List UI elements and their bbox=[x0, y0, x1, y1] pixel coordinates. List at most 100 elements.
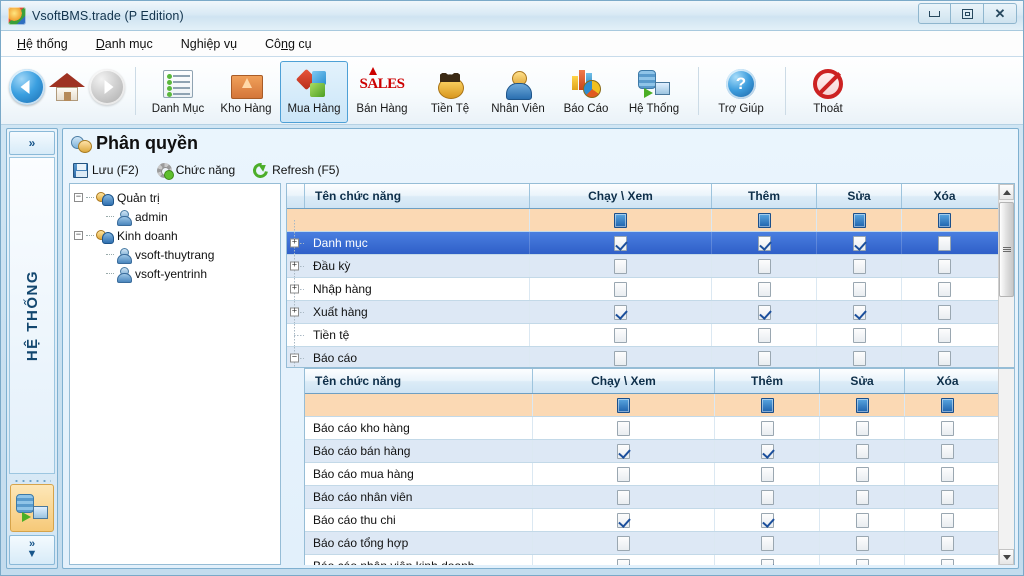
filter-checkbox-edit[interactable] bbox=[817, 209, 902, 231]
filter-checkbox-run[interactable] bbox=[530, 209, 712, 231]
filter-checkbox-edit[interactable] bbox=[820, 394, 905, 416]
table-row[interactable]: + Nhập hàng bbox=[287, 278, 998, 301]
cell-add[interactable] bbox=[712, 232, 817, 254]
cell-delete[interactable] bbox=[905, 463, 990, 485]
scroll-thumb[interactable] bbox=[999, 202, 1014, 297]
minimize-button[interactable] bbox=[918, 3, 951, 24]
refresh-button[interactable]: Refresh (F5) bbox=[253, 163, 339, 178]
sidebar-grip[interactable] bbox=[13, 476, 51, 482]
tree-node-quan-tri[interactable]: − Quản trị bbox=[74, 188, 278, 207]
row-expander[interactable]: + bbox=[290, 262, 299, 271]
cell-delete[interactable] bbox=[902, 324, 987, 346]
main-grid-scrollbar[interactable] bbox=[998, 184, 1014, 367]
back-button[interactable] bbox=[9, 69, 45, 105]
filter-checkbox-delete[interactable] bbox=[902, 209, 987, 231]
cell-delete[interactable] bbox=[905, 532, 990, 554]
cell-add[interactable] bbox=[715, 555, 820, 565]
cell-delete[interactable] bbox=[902, 301, 987, 323]
sidebar-expand-button[interactable]: » bbox=[9, 131, 55, 155]
cell-edit[interactable] bbox=[817, 324, 902, 346]
cell-edit[interactable] bbox=[820, 555, 905, 565]
home-button[interactable] bbox=[47, 69, 87, 105]
table-row[interactable]: − Báo cáo bbox=[287, 347, 998, 367]
tree-node-vsoft-thuytrang[interactable]: vsoft-thuytrang bbox=[74, 245, 278, 264]
sidebar-more-button[interactable]: » ▼ bbox=[9, 535, 55, 565]
cell-edit[interactable] bbox=[820, 509, 905, 531]
cell-delete[interactable] bbox=[902, 278, 987, 300]
cell-delete[interactable] bbox=[905, 486, 990, 508]
cell-run[interactable] bbox=[533, 509, 715, 531]
cell-edit[interactable] bbox=[820, 532, 905, 554]
column-header-run[interactable]: Chạy \ Xem bbox=[533, 369, 715, 393]
cell-edit[interactable] bbox=[820, 440, 905, 462]
sub-grid-scrollbar[interactable] bbox=[998, 369, 1014, 565]
tree-node-vsoft-yentrinh[interactable]: vsoft-yentrinh bbox=[74, 264, 278, 283]
column-header-add[interactable]: Thêm bbox=[712, 184, 817, 208]
filter-checkbox-delete[interactable] bbox=[905, 394, 990, 416]
table-row[interactable]: Báo cáo tổng hợp bbox=[305, 532, 998, 555]
table-row[interactable]: Báo cáo bán hàng bbox=[305, 440, 998, 463]
column-header-delete[interactable]: Xóa bbox=[902, 184, 987, 208]
scroll-up-button[interactable] bbox=[999, 184, 1014, 200]
menu-item-he-thong[interactable]: Hệ thống bbox=[15, 35, 70, 53]
cell-add[interactable] bbox=[715, 532, 820, 554]
toolbar-button-danh-muc[interactable]: Danh Mục bbox=[144, 61, 212, 123]
cell-add[interactable] bbox=[712, 301, 817, 323]
cell-run[interactable] bbox=[533, 440, 715, 462]
table-row[interactable]: Báo cáo kho hàng bbox=[305, 417, 998, 440]
cell-edit[interactable] bbox=[817, 278, 902, 300]
functions-button[interactable]: Chức năng bbox=[157, 163, 235, 178]
table-row[interactable]: Tiền tệ bbox=[287, 324, 998, 347]
cell-delete[interactable] bbox=[905, 440, 990, 462]
table-row[interactable]: Báo cáo mua hàng bbox=[305, 463, 998, 486]
toolbar-button-tien-te[interactable]: Tiền Tệ bbox=[416, 61, 484, 123]
user-tree[interactable]: − Quản trị admin − bbox=[69, 183, 281, 565]
column-header-run[interactable]: Chạy \ Xem bbox=[530, 184, 712, 208]
table-row[interactable]: + Danh mục bbox=[287, 232, 998, 255]
toolbar-button-kho-hang[interactable]: Kho Hàng bbox=[212, 61, 280, 123]
cell-run[interactable] bbox=[530, 232, 712, 254]
row-expander[interactable]: + bbox=[290, 285, 299, 294]
toolbar-button-tro-giup[interactable]: ? Trợ Giúp bbox=[707, 61, 775, 123]
toolbar-button-mua-hang[interactable]: Mua Hàng bbox=[280, 61, 348, 123]
menu-item-danh-muc[interactable]: Danh mục bbox=[94, 35, 155, 53]
cell-run[interactable] bbox=[530, 301, 712, 323]
cell-add[interactable] bbox=[715, 440, 820, 462]
cell-add[interactable] bbox=[715, 417, 820, 439]
row-expander[interactable]: + bbox=[290, 239, 299, 248]
filter-checkbox-add[interactable] bbox=[712, 209, 817, 231]
scroll-track[interactable] bbox=[999, 369, 1014, 549]
maximize-button[interactable] bbox=[951, 3, 984, 24]
menu-item-nghiep-vu[interactable]: Nghiệp vụ bbox=[179, 35, 239, 53]
column-header-edit[interactable]: Sửa bbox=[817, 184, 902, 208]
cell-delete[interactable] bbox=[902, 232, 987, 254]
cell-edit[interactable] bbox=[817, 232, 902, 254]
column-header-edit[interactable]: Sửa bbox=[820, 369, 905, 393]
table-row[interactable]: Báo cáo nhân viên kinh doanh bbox=[305, 555, 998, 565]
cell-edit[interactable] bbox=[817, 301, 902, 323]
menu-item-cong-cu[interactable]: Công cụ bbox=[263, 35, 314, 53]
table-row[interactable]: + Xuất hàng bbox=[287, 301, 998, 324]
cell-add[interactable] bbox=[715, 463, 820, 485]
tree-expander[interactable]: − bbox=[74, 193, 83, 202]
toolbar-button-thoat[interactable]: Thoát bbox=[794, 61, 862, 123]
cell-run[interactable] bbox=[533, 555, 715, 565]
cell-delete[interactable] bbox=[905, 509, 990, 531]
cell-run[interactable] bbox=[530, 324, 712, 346]
cell-delete[interactable] bbox=[902, 347, 987, 367]
close-button[interactable]: ✕ bbox=[984, 3, 1017, 24]
toolbar-button-he-thong[interactable]: Hệ Thống bbox=[620, 61, 688, 123]
sidebar-group-he-thong[interactable]: HỆ THỐNG bbox=[9, 157, 55, 474]
toolbar-button-bao-cao[interactable]: Báo Cáo bbox=[552, 61, 620, 123]
cell-delete[interactable] bbox=[902, 255, 987, 277]
forward-button[interactable] bbox=[89, 69, 125, 105]
column-header-add[interactable]: Thêm bbox=[715, 369, 820, 393]
table-row[interactable]: Báo cáo nhân viên bbox=[305, 486, 998, 509]
scroll-track[interactable] bbox=[999, 200, 1014, 367]
filter-checkbox-add[interactable] bbox=[715, 394, 820, 416]
save-button[interactable]: Lưu (F2) bbox=[73, 163, 139, 178]
cell-add[interactable] bbox=[712, 347, 817, 367]
table-row[interactable]: Báo cáo thu chi bbox=[305, 509, 998, 532]
cell-delete[interactable] bbox=[905, 555, 990, 565]
cell-run[interactable] bbox=[530, 255, 712, 277]
